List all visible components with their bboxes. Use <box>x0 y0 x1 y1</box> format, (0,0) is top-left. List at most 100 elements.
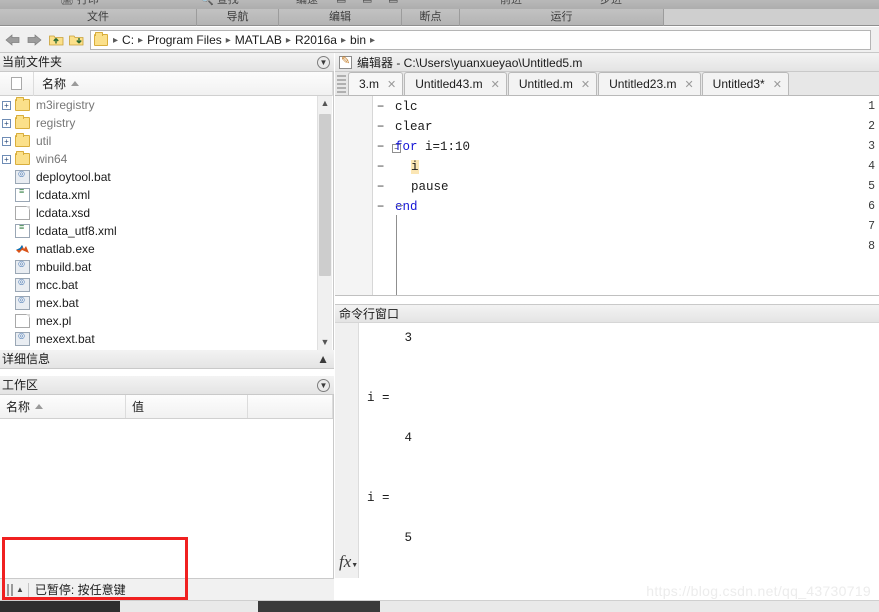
file-name-column[interactable]: 名称 <box>34 71 333 96</box>
editor-tab[interactable]: Untitled43.m ✕ <box>404 72 507 95</box>
ribbon-group-run[interactable]: 运行 <box>460 9 664 26</box>
code-text: pause <box>411 180 449 194</box>
print-icon[interactable]: 🖨 打印 <box>60 0 99 7</box>
code-line[interactable]: clc <box>395 100 418 114</box>
file-list-scrollbar[interactable]: ▲ ▼ <box>317 96 332 350</box>
file-list-item[interactable]: mex.pl <box>0 312 333 330</box>
file-list-item[interactable]: mcc.bat <box>0 276 333 294</box>
code-line[interactable]: end <box>395 200 418 214</box>
breakpoint-marker[interactable]: − <box>377 200 384 214</box>
panel-options-icon[interactable]: ▼ <box>317 379 330 392</box>
expand-plus-icon[interactable]: + <box>2 136 11 146</box>
editor-tab-strip[interactable]: 3.m ✕ Untitled43.m ✕ Untitled.m ✕ Untitled23.m… <box>335 72 879 96</box>
code-editor[interactable]: 1− clc 2− clear 3− − for i=1:10 4− i 5− pause 6− end… <box>335 96 879 296</box>
browse-folder-icon[interactable] <box>68 32 85 48</box>
fx-prompt-icon[interactable]: fx▼ <box>339 552 358 572</box>
file-list-item[interactable]: mexext.bat <box>0 330 333 348</box>
command-window-gutter <box>335 323 359 578</box>
back-arrow-icon[interactable] <box>4 32 21 48</box>
workspace-extra-column[interactable] <box>248 395 333 418</box>
ribbon-group-breakpoint[interactable]: 断点 <box>402 9 460 26</box>
page-icon <box>15 314 30 328</box>
file-list-item[interactable]: matlab.exe <box>0 240 333 258</box>
breadcrumb-item-4[interactable]: bin <box>348 33 368 47</box>
file-list-item[interactable]: lcdata_utf8.xml <box>0 222 333 240</box>
file-name: lcdata.xml <box>36 188 91 202</box>
file-list-item[interactable]: + m3iregistry <box>0 96 333 114</box>
scroll-up-icon[interactable]: ▲ <box>318 96 332 111</box>
scroll-down-icon[interactable]: ▼ <box>318 335 332 350</box>
scrollbar-thumb[interactable] <box>319 114 331 276</box>
resize-grip-icon[interactable] <box>3 583 15 596</box>
insert-icon[interactable]: ▤ <box>336 0 346 4</box>
step-icon[interactable]: 步进 <box>600 0 622 7</box>
file-name: mexext.bat <box>36 332 95 346</box>
close-icon[interactable]: ✕ <box>684 78 693 91</box>
breakpoint-marker[interactable]: − <box>377 180 384 194</box>
code-line[interactable]: pause <box>411 180 449 194</box>
editor-tab[interactable]: Untitled23.m ✕ <box>598 72 701 95</box>
ribbon-group-navigate[interactable]: 导航 <box>197 9 279 26</box>
tab-drag-handle[interactable] <box>337 75 346 93</box>
code-line[interactable]: for i=1:10 <box>395 140 470 154</box>
folder-icon <box>15 151 30 165</box>
close-icon[interactable]: ✕ <box>773 78 782 91</box>
file-list-item[interactable]: + util <box>0 132 333 150</box>
up-folder-icon[interactable] <box>48 32 65 48</box>
command-output-line: i = <box>367 491 390 505</box>
details-panel-header[interactable]: 详细信息 ▲ <box>0 350 334 369</box>
file-name: lcdata_utf8.xml <box>36 224 117 238</box>
file-list-item[interactable]: lcdata.xsd <box>0 204 333 222</box>
ribbon-group-edit[interactable]: 编辑 <box>279 9 402 26</box>
breadcrumb-item-3[interactable]: R2016a <box>293 33 339 47</box>
expand-plus-icon[interactable]: + <box>2 118 11 128</box>
editor-tab-label: Untitled23.m <box>609 77 677 91</box>
file-list-item[interactable]: + win64 <box>0 150 333 168</box>
expand-plus-icon[interactable]: + <box>2 154 11 164</box>
expand-plus-icon[interactable]: + <box>2 100 11 110</box>
panel-options-icon[interactable]: ▼ <box>317 56 330 69</box>
smart-indent-icon[interactable]: ▤ <box>388 0 398 4</box>
indent-icon[interactable]: ▤ <box>362 0 372 4</box>
file-list-item[interactable]: lcdata.xml <box>0 186 333 204</box>
find-icon[interactable]: 🔍 查找 <box>200 0 239 7</box>
comment-icon[interactable]: 编速 <box>296 0 318 7</box>
close-icon[interactable]: ✕ <box>491 78 500 91</box>
close-icon[interactable]: ✕ <box>581 78 590 91</box>
workspace-name-column[interactable]: 名称 <box>0 395 126 418</box>
workspace-value-column[interactable]: 值 <box>126 395 248 418</box>
editor-tab[interactable]: 3.m ✕ <box>348 72 404 95</box>
editor-gutter[interactable] <box>335 96 373 295</box>
chevron-up-icon[interactable]: ▲ <box>317 352 329 366</box>
file-list-item[interactable]: mex.bat <box>0 294 333 312</box>
file-name: win64 <box>36 152 68 166</box>
code-line[interactable]: i <box>411 160 419 174</box>
breakpoint-marker[interactable]: − <box>377 140 384 154</box>
breadcrumb-item-0[interactable]: C: <box>120 33 136 47</box>
breakpoint-marker[interactable]: − <box>377 100 384 114</box>
breakpoint-marker[interactable]: − <box>377 160 384 174</box>
expander-placeholder <box>2 299 11 308</box>
editor-tab[interactable]: Untitled3* ✕ <box>701 72 789 95</box>
editor-tab-label: Untitled.m <box>518 77 573 91</box>
file-list-item[interactable]: mbuild.bat <box>0 258 333 276</box>
run-icon[interactable]: 前进 <box>500 0 522 7</box>
file-list-item[interactable]: + registry <box>0 114 333 132</box>
status-expand-icon[interactable]: ▲ <box>16 585 24 594</box>
forward-arrow-icon[interactable] <box>26 32 43 48</box>
breadcrumb-item-1[interactable]: Program Files <box>145 33 224 47</box>
breadcrumb-separator: ▸ <box>225 34 231 46</box>
path-breadcrumb[interactable]: ▸ C: ▸ Program Files ▸ MATLAB ▸ R2016a ▸… <box>90 30 871 50</box>
file-list-item[interactable]: deploytool.bat <box>0 168 333 186</box>
close-icon[interactable]: ✕ <box>387 78 396 91</box>
breakpoint-marker[interactable]: − <box>377 120 384 134</box>
ribbon-group-file[interactable]: 文件 <box>0 9 197 26</box>
file-name: registry <box>36 116 76 130</box>
status-divider <box>27 582 29 597</box>
mlogo-icon <box>15 242 30 256</box>
command-window[interactable]: fx▼ 3 i = 4 i = 5 <box>335 323 879 578</box>
file-list[interactable]: + m3iregistry + registry + util + win64 deployto… <box>0 96 333 350</box>
code-line[interactable]: clear <box>395 120 433 134</box>
editor-tab[interactable]: Untitled.m ✕ <box>507 72 598 95</box>
breadcrumb-item-2[interactable]: MATLAB <box>233 33 284 47</box>
